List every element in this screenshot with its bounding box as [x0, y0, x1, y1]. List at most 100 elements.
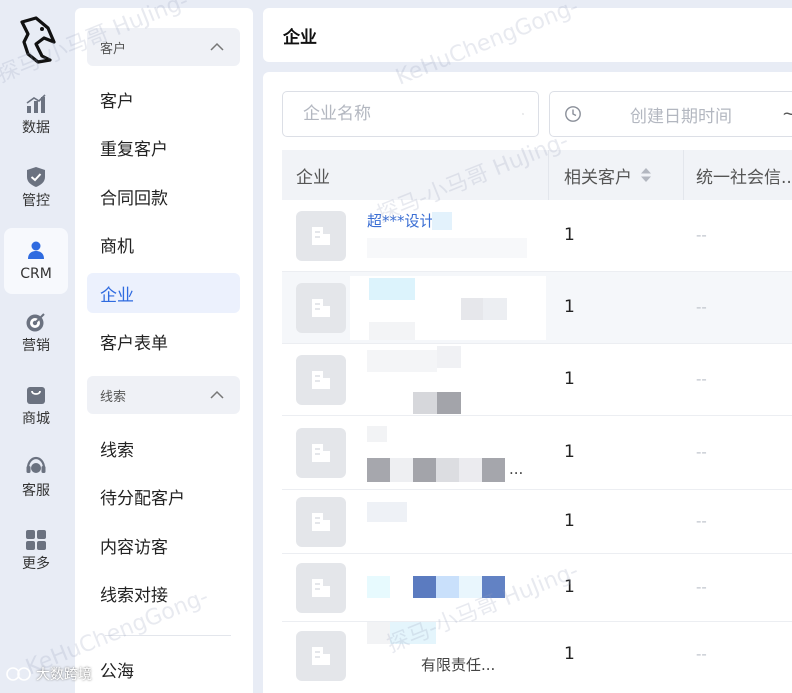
menu-item-pending-assign[interactable]: 待分配客户 [87, 476, 240, 516]
chart-bar-icon [26, 94, 46, 113]
enterprise-avatar [296, 428, 346, 478]
enterprise-avatar [296, 211, 346, 261]
rail-item-service[interactable]: 客服 [4, 445, 68, 511]
related-customer-count[interactable]: 1 [564, 297, 575, 317]
building-icon [312, 227, 330, 245]
menu-item-duplicate-customer[interactable]: 重复客户 [87, 127, 240, 167]
crm-submenu: 客户 客户 重复客户 合同回款 商机 企业 客户表单 线索 线索 待分配客户 内… [75, 8, 253, 693]
group-head-leads[interactable]: 线索 [87, 376, 240, 414]
rail-item-mall[interactable]: 商城 [4, 373, 68, 439]
enterprise-avatar [296, 355, 346, 405]
column-divider [548, 150, 549, 200]
enterprise-avatar [296, 563, 346, 613]
building-icon [312, 299, 330, 317]
related-customer-count[interactable]: 1 [564, 511, 575, 531]
enterprise-avatar [296, 283, 346, 333]
table-row[interactable]: 超***设计 1 -- [282, 200, 792, 272]
rail-item-crm[interactable]: CRM [4, 228, 68, 294]
group-label: 客户 [100, 41, 127, 57]
table-row[interactable]: 有限责任... 1 -- [282, 622, 792, 693]
clock-icon [565, 106, 581, 122]
related-customer-count[interactable]: 1 [564, 644, 575, 664]
target-icon [26, 313, 45, 332]
credit-code-value: -- [696, 645, 707, 663]
menu-item-lead-docking[interactable]: 线索对接 [87, 573, 240, 613]
credit-code-value: -- [696, 443, 707, 461]
logo-mark-icon [6, 667, 31, 681]
related-customer-count[interactable]: 1 [564, 369, 575, 389]
chevron-up-icon [210, 390, 224, 399]
date-start-placeholder[interactable]: 创建日期时间 [630, 102, 732, 127]
menu-item-contract-payment[interactable]: 合同回款 [87, 176, 240, 216]
building-icon [312, 513, 330, 531]
menu-item-public-pool[interactable]: 公海 [87, 649, 240, 689]
group-label: 线索 [100, 389, 127, 405]
shield-check-icon [27, 167, 45, 187]
column-divider [683, 150, 684, 200]
horse-logo-icon[interactable] [14, 16, 58, 66]
app-root: 数据 管控 CRM 营销 商城 客服 更多 客户 客户 重复客户 合同回款 商机… [0, 0, 792, 693]
enterprise-search-box[interactable] [282, 91, 539, 137]
table-row[interactable]: ... 1 -- [282, 416, 792, 490]
rail-item-control[interactable]: 管控 [4, 155, 68, 221]
menu-item-enterprise[interactable]: 企业 [87, 273, 240, 313]
credit-code-value: -- [696, 512, 707, 530]
related-customer-count[interactable]: 1 [564, 577, 575, 597]
chevron-up-icon [210, 42, 224, 51]
rail-label: CRM [20, 266, 52, 282]
corner-watermark-text: 大数跨境 [36, 667, 92, 683]
credit-code-value: -- [696, 298, 707, 316]
enterprise-avatar [296, 497, 346, 547]
table-row[interactable]: 1 -- [282, 490, 792, 554]
enterprise-avatar [296, 631, 346, 681]
rail-label: 管控 [22, 193, 50, 209]
sort-icon[interactable] [640, 167, 652, 183]
main-nav-rail: 数据 管控 CRM 营销 商城 客服 更多 [0, 0, 72, 693]
table-row[interactable]: 1 -- [282, 272, 792, 344]
user-icon [28, 241, 44, 259]
menu-item-opportunity[interactable]: 商机 [87, 224, 240, 264]
menu-item-customer[interactable]: 客户 [87, 79, 240, 119]
grid-icon [26, 530, 46, 550]
table-row[interactable]: 1 -- [282, 344, 792, 416]
building-icon [312, 371, 330, 389]
enterprise-subtext: ... [509, 460, 524, 478]
rail-label: 营销 [22, 338, 50, 354]
rail-label: 更多 [22, 556, 50, 572]
enterprise-name-link[interactable]: 超***设计 [367, 210, 435, 231]
enterprise-list-panel: 创建日期时间 ~ 企业 相关客户 统一社会信... 超***设计 [263, 72, 792, 693]
credit-code-value: -- [696, 226, 707, 244]
created-date-range-picker[interactable]: 创建日期时间 ~ [549, 91, 792, 137]
rail-item-marketing[interactable]: 营销 [4, 300, 68, 366]
column-header-enterprise: 企业 [296, 167, 330, 188]
rail-item-data[interactable]: 数据 [4, 82, 68, 148]
related-customer-count[interactable]: 1 [564, 442, 575, 462]
page-title: 企业 [283, 27, 317, 48]
rail-item-more[interactable]: 更多 [4, 518, 68, 584]
table-row[interactable]: 1 -- [282, 554, 792, 622]
building-icon [312, 579, 330, 597]
menu-item-content-visitor[interactable]: 内容访客 [87, 525, 240, 565]
related-customer-count[interactable]: 1 [564, 225, 575, 245]
date-range-separator: ~ [782, 104, 792, 124]
credit-code-value: -- [696, 370, 707, 388]
search-icon[interactable] [522, 105, 524, 123]
rail-label: 商城 [22, 411, 50, 427]
rail-label: 数据 [22, 120, 50, 136]
credit-code-value: -- [696, 578, 707, 596]
menu-item-leads[interactable]: 线索 [87, 428, 240, 468]
column-label: 相关客户 [564, 167, 632, 188]
menu-item-customer-form[interactable]: 客户表单 [87, 321, 240, 361]
column-header-related-customers[interactable]: 相关客户 [564, 150, 652, 200]
headset-icon [26, 456, 46, 473]
corner-watermark: 大数跨境 [6, 664, 92, 684]
building-icon [312, 647, 330, 665]
enterprise-name-input[interactable] [303, 104, 522, 124]
menu-divider [105, 635, 231, 636]
table-header: 企业 相关客户 统一社会信... [282, 150, 792, 200]
group-head-customer[interactable]: 客户 [87, 28, 240, 66]
building-icon [312, 444, 330, 462]
column-header-credit-code: 统一社会信... [696, 167, 792, 188]
shopping-bag-icon [27, 387, 45, 404]
rail-label: 客服 [22, 483, 50, 499]
